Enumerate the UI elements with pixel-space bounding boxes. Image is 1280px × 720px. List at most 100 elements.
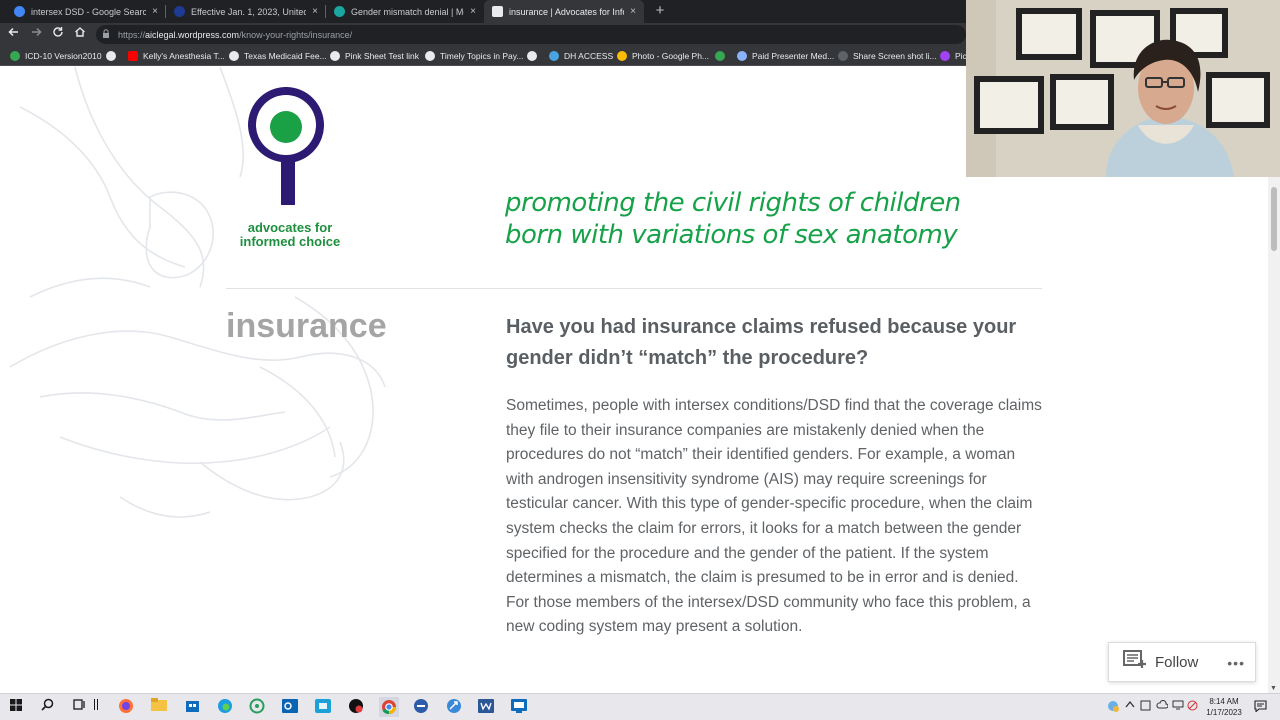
article-paragraph: Sometimes, people with intersex conditio… [506,397,1042,636]
wordpress-favicon-icon [492,6,503,17]
address-bar[interactable]: https://aiclegal.wordpress.com/know-your… [96,25,966,44]
header-divider [226,288,1042,289]
unitedhealthcare-favicon-icon [174,6,185,17]
edge-icon[interactable] [216,698,234,716]
outlook-icon[interactable] [281,698,299,716]
tab-title: Effective Jan. 1, 2023, UnitedHea [191,6,307,17]
network-icon[interactable] [1172,700,1184,713]
bookmark-paid-presenter[interactable]: Paid Presenter Med... [737,49,834,63]
bookmark-dh-access[interactable]: DH ACCESS [549,49,613,63]
bookmark-texas-medicaid[interactable]: Texas Medicaid Fee... [229,49,327,63]
word-icon[interactable] [477,698,495,716]
bookmark-label: Kelly's Anesthesia T... [143,51,225,61]
browser-tab[interactable]: Effective Jan. 1, 2023, UnitedHea × [166,0,326,23]
site-tagline: promoting the civil rights of children b… [505,187,1025,251]
browser-tab[interactable]: Gender mismatch denial | Medic × [326,0,484,23]
bookmark-icon [838,51,848,61]
article-heading: Have you had insurance claims refused be… [506,316,1017,369]
bookmark-blank[interactable] [527,49,542,63]
app-icon[interactable] [347,698,365,716]
tab-title: intersex DSD - Google Search [31,6,147,17]
task-view-icon[interactable] [70,698,88,716]
bookmark-label: ICD-10 Version2010 [25,51,102,61]
windows-taskbar: 8:14 AM 1/17/2023 [0,693,1280,720]
firefox-icon[interactable] [117,698,135,716]
more-options-icon[interactable]: ••• [1227,655,1245,671]
globe-icon [106,51,116,61]
page-title: insurance [226,307,387,345]
bookmark-label: Texas Medicaid Fee... [244,51,327,61]
bookmark-google-photos[interactable]: Photo - Google Ph... [617,49,709,63]
page-scrollbar[interactable]: ▼ [1268,177,1280,693]
globe-icon [229,51,239,61]
bookmark-label: Paid Presenter Med... [752,51,835,61]
new-tab-button[interactable]: + [651,2,669,20]
scrollbar-thumb[interactable] [1271,187,1277,251]
bookmark-pink-sheet[interactable]: Pink Sheet Test link [330,49,419,63]
logo-text: advocates for informed choice [220,221,360,249]
globe-icon [527,51,537,61]
app-icon[interactable] [248,698,266,716]
reload-icon[interactable] [50,26,66,42]
tab-close-icon[interactable]: × [470,6,476,17]
back-arrow-icon[interactable] [6,26,22,42]
clock-time: 8:14 AM [1209,697,1239,706]
youtube-icon [128,51,138,61]
cloud-tray-icon[interactable] [1156,699,1169,712]
bookmark-label: Photo - Google Ph... [632,51,710,61]
clock-date: 1/17/2023 [1206,708,1242,717]
lock-icon [102,29,110,40]
system-clock[interactable]: 8:14 AM 1/17/2023 [1196,696,1252,718]
follow-button[interactable]: Follow ••• [1108,642,1256,682]
google-favicon-icon [14,6,25,17]
bookmark-blank[interactable] [106,49,121,63]
reader-follow-icon [1123,649,1147,675]
bookmark-label: Pink Sheet Test link [345,51,420,61]
url-path: /know-your-rights/insurance/ [239,29,353,40]
file-explorer-icon[interactable] [150,698,168,716]
browser-tab[interactable]: intersex DSD - Google Search × [6,0,166,23]
forward-arrow-icon[interactable] [28,26,44,42]
site-favicon-icon [334,6,345,17]
logo-text-line: advocates for [247,220,333,235]
app-icon[interactable] [412,698,430,716]
logo-text-line: informed choice [239,234,341,249]
bookmark-kellys-anesthesia[interactable]: Kelly's Anesthesia T... [128,49,225,63]
tagline-line: promoting the civil rights of children [505,188,961,218]
home-icon[interactable] [72,26,88,42]
bookmark-label: Timely Topics in Pay... [440,51,524,61]
app-icon[interactable] [314,698,332,716]
bookmark-icon [10,51,20,61]
tab-close-icon[interactable]: × [630,6,636,17]
windows-start-icon[interactable] [7,698,25,716]
follow-label: Follow [1155,653,1199,671]
tab-title: Gender mismatch denial | Medic [351,6,464,17]
url-text: https://aiclegal.wordpress.com/know-your… [118,30,352,40]
bookmark-share-screen[interactable]: Share Screen shot li... [838,49,937,63]
globe-icon [330,51,340,61]
tab-close-icon[interactable]: × [312,6,318,17]
url-host: aiclegal.wordpress.com [145,29,240,40]
bookmark-blank[interactable] [715,49,730,63]
bookmark-label: DH ACCESS [564,51,614,61]
store-icon[interactable] [183,698,201,716]
taskbar-divider-icon [92,698,100,716]
app-icon[interactable] [510,698,528,716]
tray-icon[interactable] [1140,700,1151,714]
bookmark-timely-topics[interactable]: Timely Topics in Pay... [425,49,523,63]
app-icon[interactable] [445,698,463,716]
search-icon[interactable] [38,698,56,716]
shield-icon [549,51,559,61]
bookmark-icd10[interactable]: ICD-10 Version2010 [10,49,102,63]
google-photos-icon [617,51,627,61]
onedrive-tray-icon[interactable] [1106,700,1120,715]
notifications-icon[interactable] [1254,700,1267,715]
scroll-down-arrow-icon[interactable]: ▼ [1270,685,1277,692]
bookmark-icon [715,51,725,61]
browser-tab-active[interactable]: insurance | Advocates for Inform × [484,0,644,23]
chrome-icon[interactable] [379,697,399,717]
tab-close-icon[interactable]: × [152,6,158,17]
bookmark-icon [940,51,950,61]
bookmark-pic[interactable]: Pic [940,49,967,63]
show-hidden-icons-icon[interactable] [1125,700,1135,711]
